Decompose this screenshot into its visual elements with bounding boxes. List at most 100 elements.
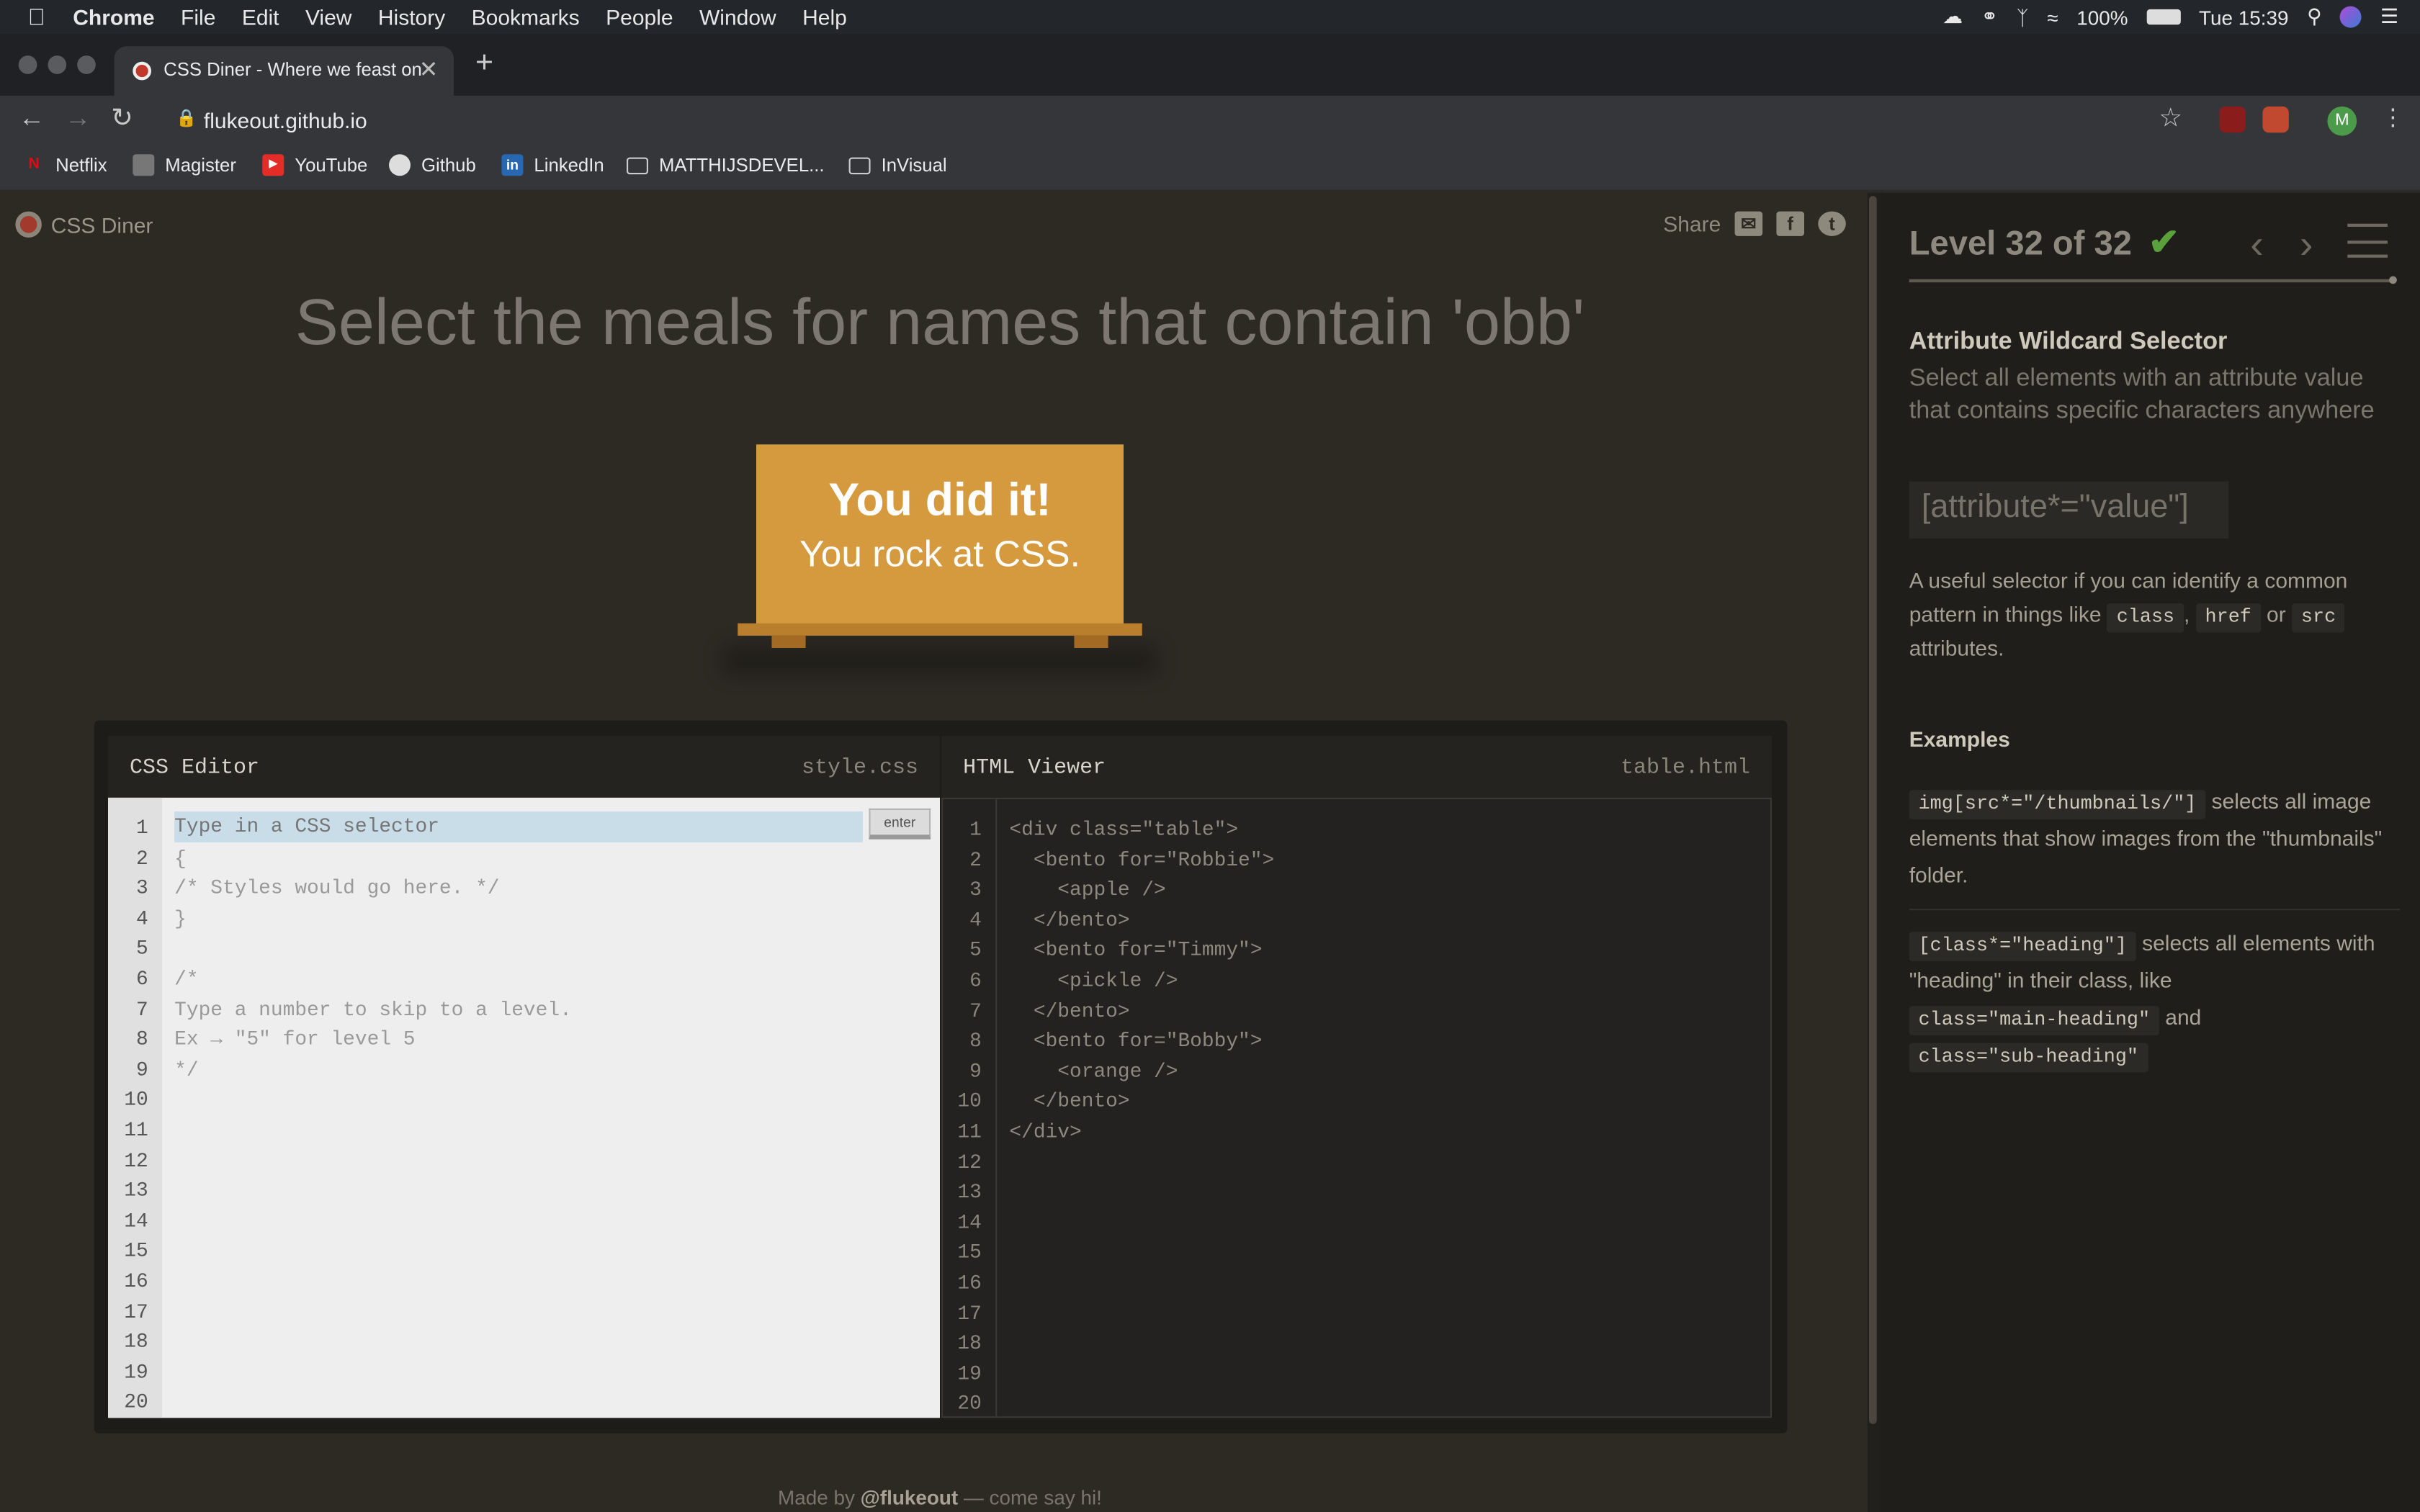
css-diner-logo[interactable]: CSS Diner	[15, 211, 153, 238]
bookmark-linkedin[interactable]: in LinkedIn	[501, 154, 604, 176]
bookmark-netflix[interactable]: N Netflix	[23, 154, 107, 176]
line-number: 16	[957, 1271, 982, 1295]
scrollbar-thumb[interactable]	[1869, 196, 1877, 1424]
bluetooth-icon[interactable]: ᛉ	[2017, 6, 2029, 29]
code-line: Type a number to skip to a level.	[174, 997, 572, 1021]
browser-tab[interactable]: CSS Diner - Where we feast on ✕	[114, 46, 454, 96]
level-indicator: Level 32 of 32	[1909, 223, 2132, 263]
battery-icon[interactable]	[2146, 9, 2181, 25]
menu-people[interactable]: People	[606, 4, 673, 29]
example-2: [class*="heading"] selects all elements …	[1909, 924, 2400, 1073]
menu-app-name[interactable]: Chrome	[73, 4, 154, 29]
facebook-share-icon[interactable]: f	[1776, 211, 1804, 236]
clock[interactable]: Tue 15:39	[2199, 6, 2288, 29]
code-line: <apple />	[1009, 878, 1166, 901]
bookmark-folder-invisual[interactable]: InVisual	[848, 154, 947, 176]
forward-arrow-icon[interactable]: →	[65, 104, 91, 135]
css-code: {/* Styles would go here. */} /* Type a nu…	[174, 813, 572, 1418]
apple-icon[interactable]: 	[28, 4, 45, 30]
level-sidebar: Level 32 of 32 ✔ ‹ › Attribute Wildcard …	[1880, 192, 2420, 1512]
menu-file[interactable]: File	[181, 4, 215, 29]
examples-divider	[1909, 909, 2401, 911]
window-minimize-button[interactable]	[48, 55, 67, 74]
email-share-icon[interactable]: ✉	[1734, 211, 1763, 236]
line-number: 12	[124, 1148, 148, 1172]
chrome-menu-icon[interactable]: ⋮	[2381, 104, 2404, 131]
level-progress-bar	[1909, 276, 2397, 284]
line-number: 14	[124, 1209, 148, 1233]
lock-icon[interactable]: 🔒	[176, 108, 197, 128]
cloud-icon[interactable]: ☁	[1942, 4, 1963, 29]
twitter-share-icon[interactable]: t	[1818, 211, 1846, 236]
creative-cloud-icon[interactable]: ⚭	[1981, 4, 1998, 29]
tab-title: CSS Diner - Where we feast on	[163, 58, 422, 81]
line-number: 20	[957, 1392, 982, 1416]
bookmark-folder-matthijsdevel[interactable]: MATTHIJSDEVEL...	[627, 154, 825, 176]
siri-icon[interactable]	[2340, 6, 2362, 28]
enter-button[interactable]: enter	[869, 808, 931, 840]
office-extension-icon[interactable]	[2262, 106, 2289, 133]
dinner-table: You did it! You rock at CSS.	[722, 444, 1158, 676]
bookmark-label: Magister	[165, 154, 236, 176]
bookmark-label: Github	[421, 154, 476, 176]
tab-close-icon[interactable]: ✕	[419, 55, 439, 83]
progress-fill	[1909, 279, 2394, 283]
level-menu-icon[interactable]	[2347, 223, 2388, 258]
bookmark-star-icon[interactable]: ☆	[2159, 104, 2182, 135]
page-scrollbar[interactable]	[1867, 192, 1880, 1512]
ublock-extension-icon[interactable]	[2219, 106, 2246, 133]
bookmark-github[interactable]: Github	[389, 154, 476, 176]
menu-help[interactable]: Help	[802, 4, 847, 29]
line-number: 10	[124, 1088, 148, 1112]
next-level-chevron-icon[interactable]: ›	[2300, 220, 2313, 268]
folder-icon	[627, 156, 648, 174]
hint-code-href: href	[2195, 602, 2261, 632]
previous-level-chevron-icon[interactable]: ‹	[2250, 220, 2264, 268]
menu-bookmarks[interactable]: Bookmarks	[472, 4, 580, 29]
css-selector-input[interactable]	[174, 811, 863, 842]
css-editor-body[interactable]: 1 2 3 4 5 6 7 8 9 10 11 12 13 14 15 16 17 18 19 20 {/* Styl…	[108, 797, 940, 1418]
profile-avatar[interactable]: M	[2327, 106, 2357, 136]
menu-window[interactable]: Window	[699, 4, 776, 29]
new-tab-button[interactable]: +	[475, 46, 493, 81]
bookmark-magister[interactable]: Magister	[133, 154, 236, 176]
table-leg	[771, 635, 806, 648]
code-line: */	[174, 1058, 199, 1081]
bookmarks-bar: N Netflix Magister ▶ YouTube Github in Link…	[0, 145, 2420, 192]
line-number: 8	[135, 1027, 148, 1051]
menu-view[interactable]: View	[305, 4, 351, 29]
spotlight-search-icon[interactable]: ⚲	[2307, 4, 2321, 29]
selector-hint: A useful selector if you can identify a …	[1909, 564, 2403, 665]
bookmark-youtube[interactable]: ▶ YouTube	[262, 154, 367, 176]
menu-history[interactable]: History	[378, 4, 445, 29]
line-number: 19	[124, 1360, 148, 1384]
line-number: 9	[135, 1058, 148, 1081]
window-close-button[interactable]	[18, 55, 37, 74]
linkedin-icon: in	[501, 154, 524, 176]
window-zoom-button[interactable]	[77, 55, 96, 74]
share-bar: Share ✉ f t	[1663, 211, 1846, 236]
html-line-numbers: 1 2 3 4 5 6 7 8 9 10 11 12 13 14 15 16 17 18 19 20	[943, 799, 998, 1417]
line-number: 17	[957, 1301, 982, 1325]
flukeout-link[interactable]: @flukeout	[861, 1486, 959, 1509]
examples-title: Examples	[1909, 726, 2010, 752]
example-1: img[src*="/thumbnails/"] selects all ima…	[1909, 782, 2400, 893]
url-text[interactable]: flukeout.github.io	[204, 108, 367, 132]
reload-icon[interactable]: ↻	[111, 104, 133, 135]
notification-center-icon[interactable]: ☰	[2380, 4, 2398, 29]
line-number: 3	[135, 876, 148, 900]
address-bar[interactable]: 🔒 flukeout.github.io ☆	[157, 100, 2201, 140]
back-arrow-icon[interactable]: ←	[19, 104, 45, 135]
html-viewer: HTML Viewer table.html 1 2 3 4 5 6 7 8 9 10 11 12 13…	[941, 736, 1772, 1418]
menu-edit[interactable]: Edit	[242, 4, 279, 29]
browser-toolbar: ← → ↻ 🔒 flukeout.github.io ☆ M ⋮	[0, 95, 2420, 145]
wifi-icon[interactable]: ≈	[2047, 6, 2058, 29]
footer-credit: Made by @flukeout — come say hi!	[0, 1486, 1868, 1509]
